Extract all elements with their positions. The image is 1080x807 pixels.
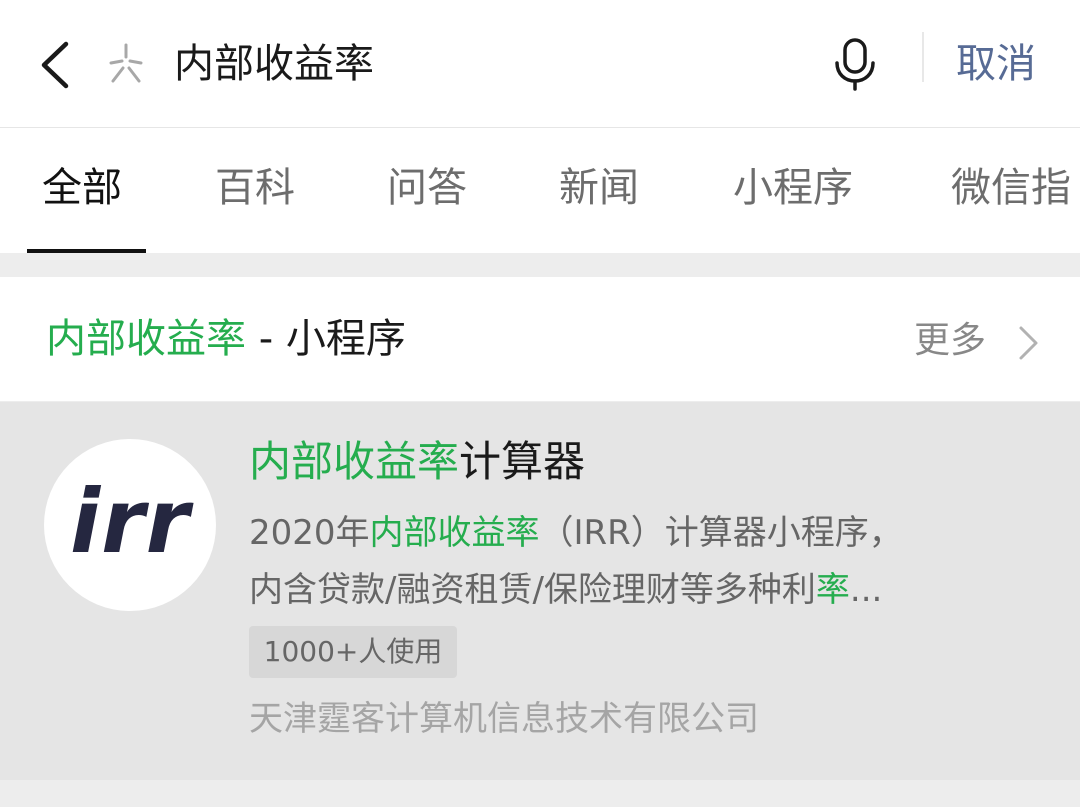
- section-title: 内部收益率 - 小程序: [46, 311, 406, 367]
- result-title[interactable]: 内部收益率计算器: [249, 434, 585, 490]
- search-bar: 取消: [0, 0, 1080, 128]
- desc-text: ...: [849, 570, 883, 610]
- desc-highlight: 内部收益率: [369, 513, 540, 553]
- chevron-right-icon[interactable]: [1014, 325, 1042, 361]
- more-link[interactable]: 更多: [914, 313, 986, 369]
- tab-all[interactable]: 全部: [42, 158, 122, 218]
- tab-mini-programs[interactable]: 小程序: [733, 158, 853, 218]
- chevron-left-icon: [41, 41, 69, 89]
- section-title-rest: - 小程序: [246, 316, 406, 362]
- cancel-button[interactable]: 取消: [956, 36, 1036, 92]
- section-header: 内部收益率 - 小程序 更多: [0, 277, 1080, 401]
- result-title-rest: 计算器: [459, 437, 586, 486]
- microphone-icon: [835, 38, 875, 91]
- back-button[interactable]: [30, 34, 82, 94]
- section-title-highlight: 内部收益率: [46, 316, 246, 362]
- tab-wechat-index[interactable]: 微信指: [951, 158, 1071, 218]
- desc-text: 2020年: [249, 513, 370, 553]
- active-tab-indicator: [27, 249, 146, 253]
- tab-qa[interactable]: 问答: [387, 158, 467, 218]
- sparkle-icon: [103, 41, 149, 87]
- mini-program-result[interactable]: irr 内部收益率计算器 2020年内部收益率（IRR）计算器小程序， 内含贷款…: [0, 402, 1080, 780]
- tab-encyclopedia[interactable]: 百科: [215, 158, 295, 218]
- usage-badge: 1000+人使用: [249, 626, 457, 678]
- tab-news[interactable]: 新闻: [559, 158, 639, 218]
- tab-bar: 全部 百科 问答 新闻 小程序 微信指: [0, 128, 1080, 253]
- divider: [922, 32, 924, 82]
- desc-text: （IRR）计算器小程序，: [539, 513, 903, 553]
- desc-text: 内含贷款/融资租赁/保险理财等多种利: [249, 570, 816, 610]
- search-input[interactable]: [174, 36, 774, 92]
- desc-highlight: 率: [815, 570, 850, 610]
- app-logo-text: irr: [70, 470, 190, 573]
- description-line: 内含贷款/融资租赁/保险理财等多种利率...: [249, 562, 1029, 619]
- result-description: 2020年内部收益率（IRR）计算器小程序， 内含贷款/融资租赁/保险理财等多种…: [249, 505, 1029, 619]
- microphone-button[interactable]: [828, 36, 882, 92]
- result-title-highlight: 内部收益率: [249, 437, 460, 486]
- developer-name: 天津霆客计算机信息技术有限公司: [249, 699, 759, 739]
- description-line: 2020年内部收益率（IRR）计算器小程序，: [249, 505, 1029, 562]
- app-avatar: irr: [44, 439, 216, 611]
